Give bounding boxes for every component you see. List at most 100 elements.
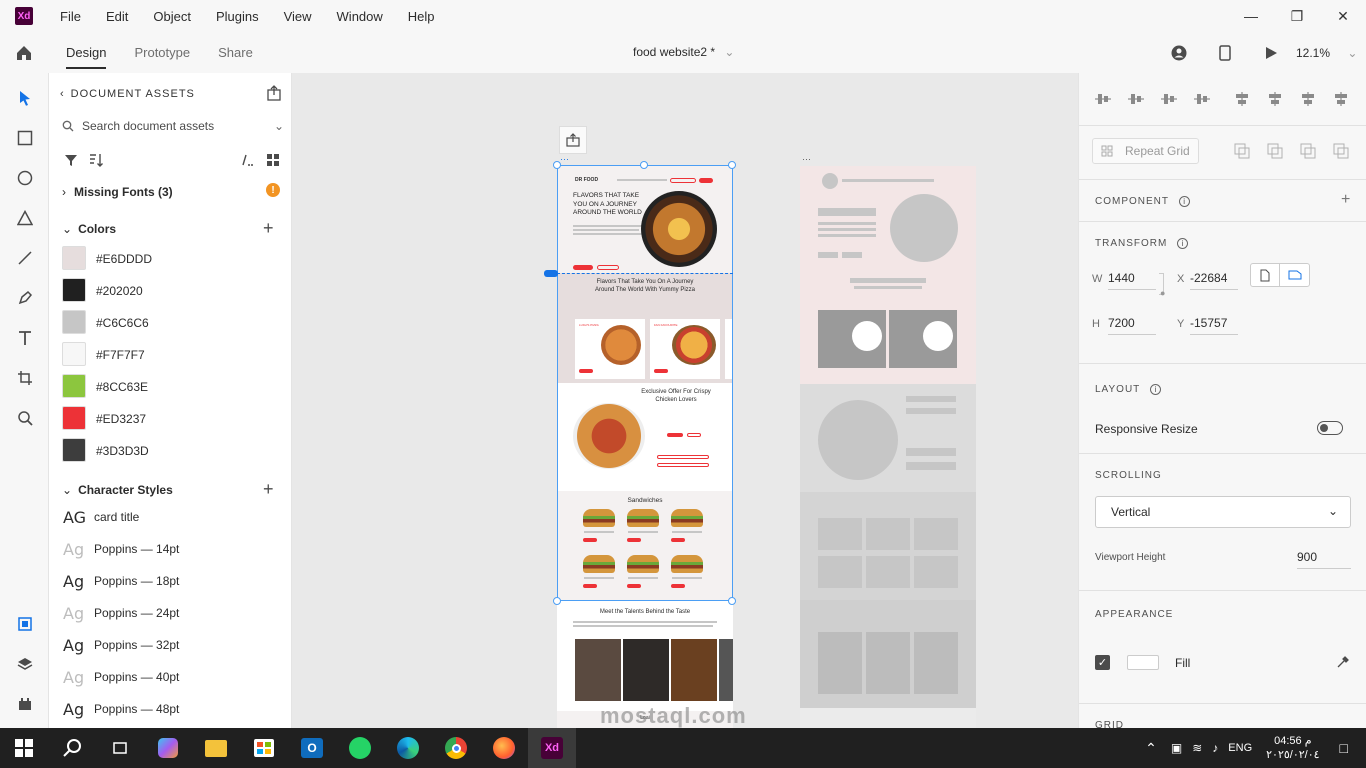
file-explorer-icon[interactable] [192,728,240,768]
character-style-preview[interactable]: Ag [63,700,84,719]
outlook-icon[interactable]: O [288,728,336,768]
character-style-preview[interactable]: Ag [63,540,84,559]
color-swatch[interactable] [62,406,86,430]
color-swatch[interactable] [62,438,86,462]
chevron-down-icon[interactable]: ⌄ [62,483,72,497]
firefox-icon[interactable] [480,728,528,768]
color-swatch[interactable] [62,278,86,302]
color-swatch[interactable] [62,246,86,270]
user-icon[interactable] [1156,45,1202,61]
align-center-icon[interactable] [1266,91,1284,110]
exclude-boolean-icon[interactable] [1333,143,1349,162]
zoom-level[interactable]: 12.1% ⌄ [1296,46,1366,60]
chrome-icon[interactable] [432,728,480,768]
viewport-height-input[interactable]: 900 [1297,550,1351,569]
menu-file[interactable]: File [60,9,81,24]
select-tool-icon[interactable] [15,88,35,108]
chevron-up-icon[interactable]: ⌃ [1145,740,1157,757]
whatsapp-icon[interactable] [336,728,384,768]
resize-handle[interactable] [728,161,736,169]
design-canvas[interactable]: DR FOOD FLAVORS THAT TAKE YOU ON A JOURN… [292,73,1078,728]
info-icon[interactable]: i [1149,384,1161,395]
assets-panel-icon[interactable] [15,614,35,634]
line-tool-icon[interactable] [15,248,35,268]
polygon-tool-icon[interactable] [15,208,35,228]
wifi-icon[interactable]: ≋ [1192,741,1202,755]
width-input[interactable]: 1440 [1108,271,1156,290]
search-input[interactable]: Search document assets [82,119,214,133]
tab-prototype[interactable]: Prototype [134,32,190,73]
chevron-down-icon[interactable]: ⌄ [724,45,734,59]
character-style-preview[interactable]: Ag [63,668,84,687]
resize-handle[interactable] [728,597,736,605]
store-icon[interactable] [240,728,288,768]
list-view-icon[interactable] [242,153,256,167]
ellipse-tool-icon[interactable] [15,168,35,188]
artboard-tool-icon[interactable] [15,368,35,388]
adobe-xd-taskbar-icon[interactable]: Xd [528,728,576,768]
distribute-horizontal-icon[interactable] [1332,91,1350,110]
minimize-icon[interactable]: — [1228,0,1274,32]
fill-checkbox[interactable]: ✓ [1095,655,1110,670]
language-indicator[interactable]: ENG [1228,742,1252,754]
assets-search[interactable]: Search document assets ⌄ [62,116,284,136]
windows-start-icon[interactable] [0,728,48,768]
align-right-icon[interactable] [1299,91,1317,110]
volume-icon[interactable]: ♪ [1212,741,1218,755]
fill-color-swatch[interactable] [1127,655,1159,670]
pen-tool-icon[interactable] [15,288,35,308]
menu-object[interactable]: Object [153,9,191,24]
plugins-icon[interactable] [15,694,35,714]
device-preview-icon[interactable] [1202,44,1248,61]
notification-icon[interactable]: □ [1340,740,1348,756]
distribute-vertical-icon[interactable] [1193,91,1211,110]
document-title[interactable]: food website2 * ⌄ [633,45,734,59]
add-component-icon[interactable]: + [1341,191,1350,209]
copilot-icon[interactable] [144,728,192,768]
chevron-down-icon[interactable]: ⌄ [62,222,72,236]
share-assets-icon[interactable] [266,85,282,104]
clock[interactable]: 04:56 م ٢٠٢٥/٠٢/٠٤ [1266,734,1319,762]
character-style-preview[interactable]: Ag [63,604,84,623]
artboard-label-dots[interactable]: ··· [802,155,811,164]
artboard-wireframe[interactable] [800,166,976,728]
add-boolean-icon[interactable] [1234,143,1250,162]
color-swatch[interactable] [62,374,86,398]
task-view-icon[interactable] [96,728,144,768]
resize-handle[interactable] [640,161,648,169]
warning-icon[interactable]: ! [266,183,280,197]
lock-icon[interactable]: ● [1160,288,1165,298]
menu-edit[interactable]: Edit [106,9,128,24]
align-middle-icon[interactable] [1127,91,1145,110]
text-tool-icon[interactable] [15,328,35,348]
character-style-preview[interactable]: AG [63,508,86,527]
grid-view-icon[interactable] [266,153,280,167]
eyedropper-icon[interactable] [1336,655,1350,672]
menu-help[interactable]: Help [408,9,435,24]
home-icon[interactable] [0,44,48,62]
menu-window[interactable]: Window [337,9,383,24]
menu-view[interactable]: View [284,9,312,24]
align-left-icon[interactable] [1233,91,1251,110]
zoom-chevron-icon[interactable]: ⌄ [1347,46,1357,60]
add-color-icon[interactable]: + [263,218,274,239]
chevron-left-icon[interactable]: ‹ [60,88,65,100]
close-icon[interactable]: ✕ [1320,0,1366,32]
subtract-boolean-icon[interactable] [1267,143,1283,162]
edge-icon[interactable] [384,728,432,768]
play-icon[interactable] [1248,46,1294,60]
character-styles-section[interactable]: ⌄ Character Styles [62,483,173,497]
chevron-right-icon[interactable]: › [62,185,66,199]
add-character-style-icon[interactable]: + [263,479,274,500]
x-input[interactable]: -22684 [1190,271,1238,290]
character-style-preview[interactable]: Ag [63,572,84,591]
color-swatch[interactable] [62,342,86,366]
artboard-label-dots[interactable]: ··· [560,155,569,164]
height-input[interactable]: 7200 [1108,316,1156,335]
intersect-boolean-icon[interactable] [1300,143,1316,162]
align-top-icon[interactable] [1094,91,1112,110]
scrolling-dropdown[interactable]: Vertical ⌄ [1095,496,1351,528]
missing-fonts-section[interactable]: › Missing Fonts (3) [62,185,173,199]
repeat-grid-button[interactable]: Repeat Grid [1092,138,1199,164]
responsive-resize-toggle[interactable] [1317,421,1343,435]
